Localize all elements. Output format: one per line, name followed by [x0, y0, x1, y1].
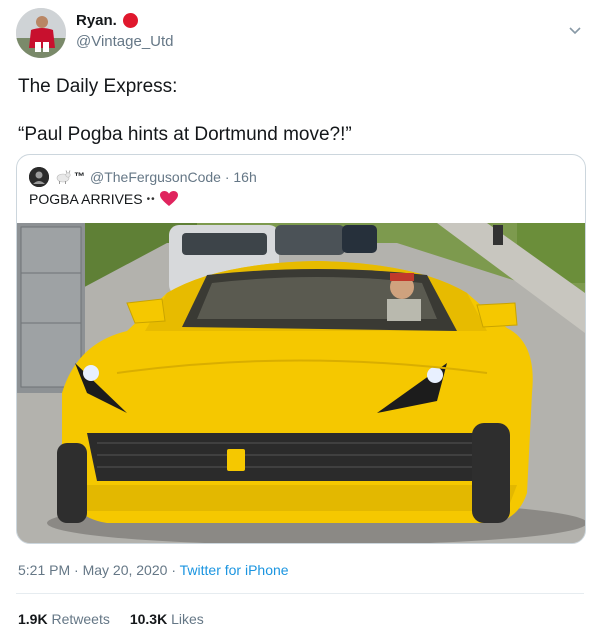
likes-stat[interactable]: 10.3K Likes [130, 611, 204, 627]
tweet-timestamp[interactable]: 5:21 PM · May 20, 2020 [18, 562, 167, 578]
quoted-tweet[interactable]: ™ @TheFergusonCode · 16h POGBA ARRIVES •… [16, 154, 586, 544]
red-circle-icon [122, 13, 138, 28]
chevron-down-icon[interactable] [568, 24, 582, 38]
author-avatar[interactable] [16, 8, 66, 58]
quoted-text: POGBA ARRIVES •• [29, 191, 178, 207]
tweet-source-link[interactable]: Twitter for iPhone [180, 562, 289, 578]
retweets-label: Retweets [51, 611, 110, 627]
quoted-photo[interactable] [17, 223, 585, 543]
tweet-stats: 1.9K Retweets 10.3K Likes [18, 611, 204, 627]
author-name-row[interactable]: Ryan. [76, 12, 138, 29]
quoted-handle-time[interactable]: @TheFergusonCode · 16h [90, 169, 257, 185]
divider [16, 593, 584, 594]
eyes-emoji: •• [146, 193, 156, 205]
tweet-card: Ryan. @Vintage_Utd The Daily Express: “P… [0, 0, 596, 632]
author-display-name[interactable]: Ryan. [76, 12, 117, 29]
heart-icon [159, 191, 178, 206]
author-handle[interactable]: @Vintage_Utd [76, 33, 174, 50]
retweets-count: 1.9K [18, 611, 48, 627]
retweets-stat[interactable]: 1.9K Retweets [18, 611, 110, 627]
likes-count: 10.3K [129, 611, 168, 627]
tweet-meta: 5:21 PM · May 20, 2020 · Twitter for iPh… [18, 562, 289, 578]
quoted-name: ™ [54, 170, 85, 184]
goat-icon [56, 170, 71, 184]
quoted-avatar [29, 167, 49, 187]
likes-label: Likes [171, 611, 204, 627]
tweet-text-line-1: The Daily Express: [18, 76, 178, 97]
tweet-text-line-2: “Paul Pogba hints at Dortmund move?!” [18, 124, 352, 145]
quoted-header: ™ @TheFergusonCode · 16h [29, 167, 257, 187]
trademark-symbol: ™ [74, 171, 85, 183]
quoted-text-content: POGBA ARRIVES [29, 191, 143, 207]
meta-separator: · [171, 562, 176, 578]
